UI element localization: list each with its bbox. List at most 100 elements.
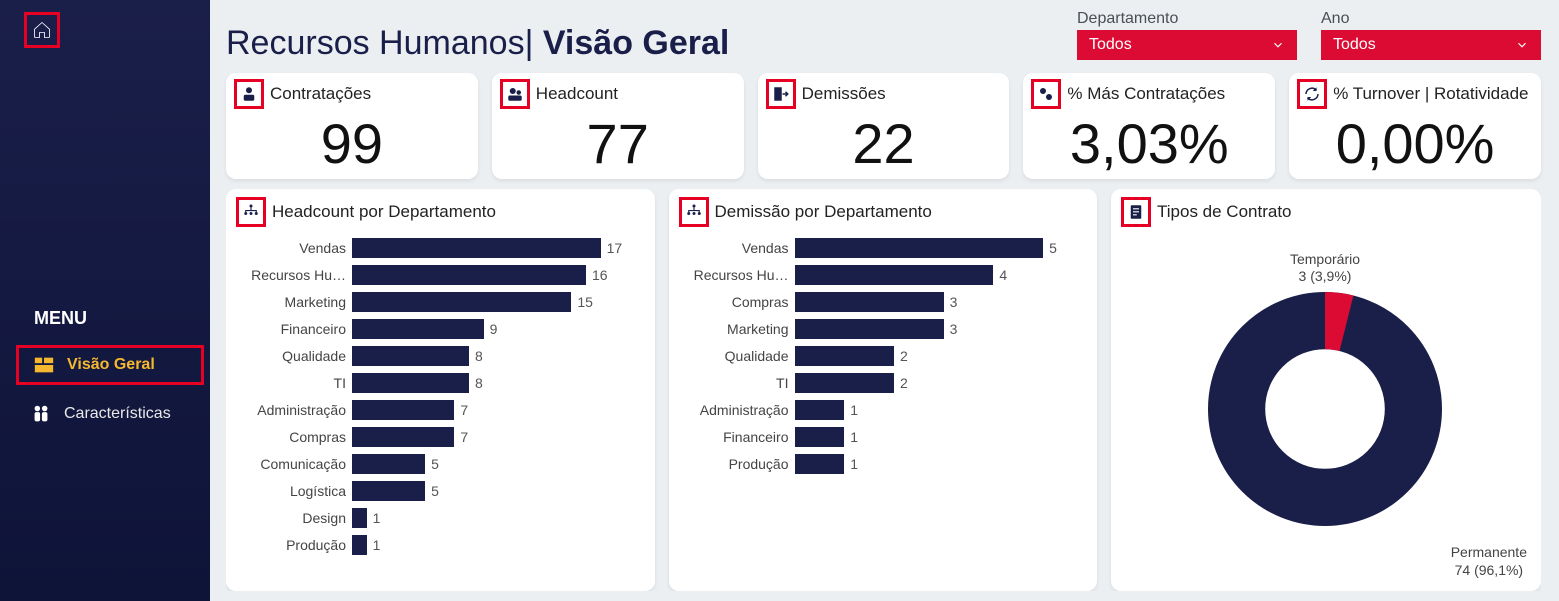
bar-fill xyxy=(352,346,469,366)
bar-row: Marketing 3 xyxy=(679,318,1078,340)
filters: Departamento Todos Ano Todos xyxy=(1077,10,1541,60)
main: Recursos Humanos| Visão Geral Departamen… xyxy=(210,0,1559,601)
bar-row: Logística5 xyxy=(236,480,635,502)
bar-value: 7 xyxy=(460,429,468,445)
bar-track: 5 xyxy=(795,238,1078,258)
hierarchy-icon xyxy=(685,203,703,221)
bar-fill xyxy=(352,373,469,393)
bar-track: 8 xyxy=(352,346,635,366)
bar-track: 1 xyxy=(795,400,1078,420)
bar-category: Qualidade xyxy=(236,348,346,364)
bar-row: Financeiro 9 xyxy=(236,318,635,340)
donut-label-temp: Temporário 3 (3,9%) xyxy=(1290,251,1360,286)
kpi-value: 3,03% xyxy=(1031,113,1267,175)
bar-value: 9 xyxy=(490,321,498,337)
chart-icon-box xyxy=(679,197,709,227)
bar-row: Compras 7 xyxy=(236,426,635,448)
bar-fill xyxy=(352,535,367,555)
chart-title: Tipos de Contrato xyxy=(1157,202,1292,222)
filter-year: Ano Todos xyxy=(1321,10,1541,60)
bar-value: 7 xyxy=(460,402,468,418)
bars-area: Vendas5Recursos Hu…4Compras3Marketing3Qu… xyxy=(679,237,1086,581)
bar-row: Recursos Hu…16 xyxy=(236,264,635,286)
bar-fill xyxy=(795,265,994,285)
kpi-icon-box xyxy=(1031,79,1061,109)
refresh-icon xyxy=(1303,85,1321,103)
kpi-card-contratacoes: Contratações 99 xyxy=(226,73,478,179)
kpi-label: % Turnover | Rotatividade xyxy=(1333,84,1528,104)
bar-value: 15 xyxy=(577,294,593,310)
bar-value: 3 xyxy=(950,321,958,337)
filter-label: Departamento xyxy=(1077,10,1297,28)
bar-value: 1 xyxy=(373,510,381,526)
home-icon xyxy=(32,20,52,40)
bar-category: Recursos Hu… xyxy=(679,267,789,283)
bar-value: 4 xyxy=(999,267,1007,283)
bar-row: Administração 7 xyxy=(236,399,635,421)
bar-track: 1 xyxy=(795,427,1078,447)
donut-label-title: Temporário xyxy=(1290,251,1360,269)
bar-category: Recursos Hu… xyxy=(236,267,346,283)
chart-row: Headcount por Departamento Vendas17 Recur… xyxy=(226,189,1541,591)
kpi-card-turnover: % Turnover | Rotatividade 0,00% xyxy=(1289,73,1541,179)
bars-area: Vendas17 Recursos Hu…16 Marketing15 Finance… xyxy=(236,237,643,581)
bar-track: 7 xyxy=(352,427,635,447)
bar-fill xyxy=(352,427,454,447)
donut-label-title: Permanente xyxy=(1451,544,1527,562)
bar-value: 5 xyxy=(1049,240,1057,256)
bar-fill xyxy=(352,454,425,474)
bar-row: TI 8 xyxy=(236,372,635,394)
bar-row: Marketing15 xyxy=(236,291,635,313)
bar-category: Financeiro xyxy=(236,321,346,337)
bar-value: 5 xyxy=(431,483,439,499)
kpi-icon-box xyxy=(766,79,796,109)
chart-contract-types: Tipos de Contrato Temporário 3 (3,9%) Pe… xyxy=(1111,189,1541,591)
bar-row: Administração1 xyxy=(679,399,1078,421)
dropdown-department[interactable]: Todos xyxy=(1077,30,1297,60)
kpi-icon-box xyxy=(234,79,264,109)
bar-row: Qualidade 8 xyxy=(236,345,635,367)
dropdown-value: Todos xyxy=(1089,36,1132,54)
dropdown-year[interactable]: Todos xyxy=(1321,30,1541,60)
bar-track: 1 xyxy=(795,454,1078,474)
bar-fill xyxy=(352,238,601,258)
donut-svg xyxy=(1195,279,1455,539)
bar-category: TI xyxy=(679,375,789,391)
bar-track: 1 xyxy=(352,508,635,528)
bar-category: Design xyxy=(236,510,346,526)
kpi-icon-box xyxy=(500,79,530,109)
bar-category: Compras xyxy=(236,429,346,445)
bar-fill xyxy=(795,454,845,474)
bar-category: Financeiro xyxy=(679,429,789,445)
bar-track: 2 xyxy=(795,346,1078,366)
bar-fill xyxy=(352,508,367,528)
donut-wrap: Temporário 3 (3,9%) Permanente 74 (96,1%… xyxy=(1121,237,1529,581)
bar-fill xyxy=(352,292,571,312)
kpi-value: 0,00% xyxy=(1297,113,1533,175)
kpi-label: Demissões xyxy=(802,84,886,104)
sidebar-item-label: Características xyxy=(64,405,171,423)
bar-value: 2 xyxy=(900,348,908,364)
bar-value: 3 xyxy=(950,294,958,310)
bar-value: 8 xyxy=(475,375,483,391)
bar-fill xyxy=(795,319,944,339)
title-sep: | xyxy=(525,24,534,62)
sidebar-item-visao-geral[interactable]: Visão Geral xyxy=(16,345,204,385)
bar-category: Comunicação xyxy=(236,456,346,472)
bar-category: Compras xyxy=(679,294,789,310)
sidebar-item-caracteristicas[interactable]: Características xyxy=(0,395,210,433)
bar-track: 17 xyxy=(352,238,635,258)
bar-category: TI xyxy=(236,375,346,391)
bar-row: Vendas5 xyxy=(679,237,1078,259)
home-button[interactable] xyxy=(24,12,60,48)
bar-row: Financeiro 1 xyxy=(679,426,1078,448)
donut-label-sub: 74 (96,1%) xyxy=(1451,562,1527,580)
donut-label-perm: Permanente 74 (96,1%) xyxy=(1451,544,1527,579)
bar-category: Administração xyxy=(236,402,346,418)
bar-row: Vendas17 xyxy=(236,237,635,259)
kpi-label: % Más Contratações xyxy=(1067,84,1225,104)
chart-title: Headcount por Departamento xyxy=(272,202,496,222)
bar-category: Marketing xyxy=(679,321,789,337)
kpi-card-demissoes: Demissões 22 xyxy=(758,73,1010,179)
kpi-value: 77 xyxy=(500,113,736,175)
